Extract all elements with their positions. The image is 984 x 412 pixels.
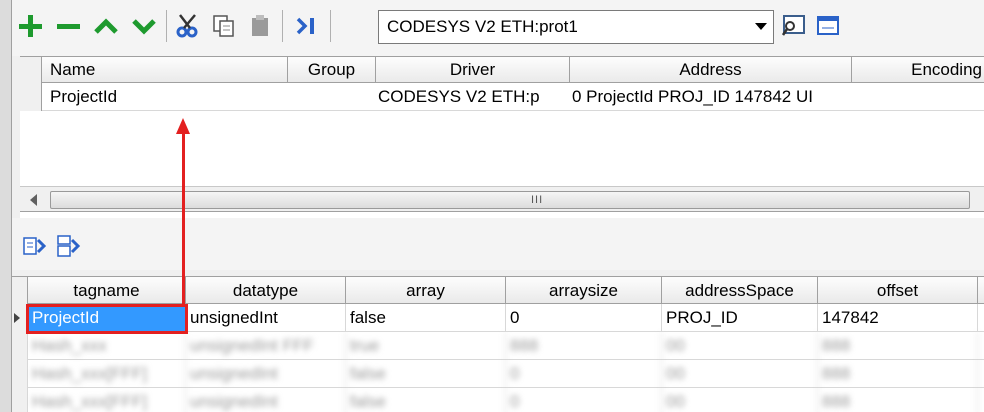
add-icon[interactable] [14,8,46,44]
tag-detail-grid: tagname datatype array arraysize address… [12,276,984,412]
cell-addressspace[interactable]: 00 [662,332,818,360]
cell-offset[interactable]: 147842 [818,304,978,332]
cell-tagname[interactable]: Hash_xxx[FFF] [28,360,186,388]
cell-addressspace[interactable]: PROJ_ID [662,304,818,332]
column-header-address[interactable]: Address [570,57,852,83]
driver-select[interactable]: CODESYS V2 ETH:prot1 [378,10,774,44]
column-header-arraysize[interactable]: arraysize [506,277,662,305]
cut-icon[interactable] [172,8,204,44]
cell-group[interactable] [290,83,376,111]
import-all-icon[interactable] [56,232,84,260]
cell-arraysize[interactable]: 0 [506,304,662,332]
cell-addressspace[interactable]: 00 [662,388,818,412]
cell-arraysize[interactable]: 0 [506,360,662,388]
grid-header: Name Group Driver Address Encoding [20,57,984,83]
row-header-corner [12,277,28,305]
cell-arraysize[interactable]: 888 [506,332,662,360]
horizontal-scrollbar[interactable]: III [20,186,984,212]
move-down-icon[interactable] [128,8,160,44]
cell-array[interactable]: true [346,332,506,360]
cell-array[interactable]: false [346,388,506,412]
table-row[interactable]: Hash_xxx[FFF] unsignedInt false 0 00 888 [12,360,984,388]
goto-icon[interactable] [290,8,322,44]
table-row[interactable]: Hash_xxx unsignedInt FFF true 888 00 888 [12,332,984,360]
row-header[interactable] [20,83,42,111]
chevron-down-icon[interactable] [755,23,767,30]
remove-icon[interactable] [52,8,84,44]
annotation-arrow-head [176,118,190,134]
scrollbar-thumb[interactable]: III [50,191,970,209]
cell-offset[interactable]: 888 [818,388,978,412]
window-icon[interactable] [812,8,844,44]
row-header-corner [20,57,42,83]
column-header-tagname[interactable]: tagname [28,277,186,305]
cell-name[interactable]: ProjectId [50,83,286,111]
column-header-group[interactable]: Group [288,57,376,83]
move-up-icon[interactable] [90,8,122,44]
cell-offset[interactable]: 888 [818,332,978,360]
row-header[interactable] [12,360,28,388]
column-header-driver[interactable]: Driver [376,57,570,83]
driver-select-value: CODESYS V2 ETH:prot1 [387,17,578,36]
cell-datatype[interactable]: unsignedInt [186,388,346,412]
cell-array[interactable]: false [346,360,506,388]
column-header-datatype[interactable]: datatype [186,277,346,305]
scrollbar-grip: III [531,194,544,206]
scroll-left-icon[interactable] [30,194,37,206]
toolbar-separator [282,10,283,42]
cell-arraysize[interactable]: 0 [506,388,662,412]
toolbar-separator [330,10,331,42]
table-row[interactable]: Hash_xxx[FFF] unsignedInt false 0 00 888 [12,388,984,412]
import-icon[interactable] [22,232,50,260]
column-header-offset[interactable]: offset [818,277,978,305]
paste-icon[interactable] [244,8,276,44]
copy-icon[interactable] [208,8,240,44]
toolbar-separator [166,10,167,42]
browse-icon[interactable] [778,8,810,44]
cell-offset[interactable]: 888 [818,360,978,388]
table-row[interactable]: ProjectId CODESYS V2 ETH:p 0 ProjectId P… [20,83,984,111]
grid-header: tagname datatype array arraysize address… [12,276,984,305]
column-header-array[interactable]: array [346,277,506,305]
cell-driver[interactable]: CODESYS V2 ETH:p [378,83,570,111]
cell-tagname[interactable]: Hash_xxx[FFF] [28,388,186,412]
highlight-box [26,304,188,334]
column-header-name[interactable]: Name [42,57,288,83]
annotation-arrow-shaft [182,132,185,306]
detail-toolbar [12,218,984,270]
main-toolbar: CODESYS V2 ETH:prot1 [12,0,984,56]
cell-datatype[interactable]: unsignedInt [186,304,346,332]
column-header-encoding[interactable]: Encoding [852,57,984,83]
left-panel-edge [0,0,12,412]
row-header[interactable] [12,332,28,360]
cell-address[interactable]: 0 ProjectId PROJ_ID 147842 UI [572,83,852,111]
row-header[interactable] [12,388,28,412]
cell-array[interactable]: false [346,304,506,332]
cell-datatype[interactable]: unsignedInt [186,360,346,388]
cell-addressspace[interactable]: 00 [662,360,818,388]
column-header-addressspace[interactable]: addressSpace [662,277,818,305]
cell-tagname[interactable]: Hash_xxx [28,332,186,360]
cell-datatype[interactable]: unsignedInt FFF [186,332,346,360]
